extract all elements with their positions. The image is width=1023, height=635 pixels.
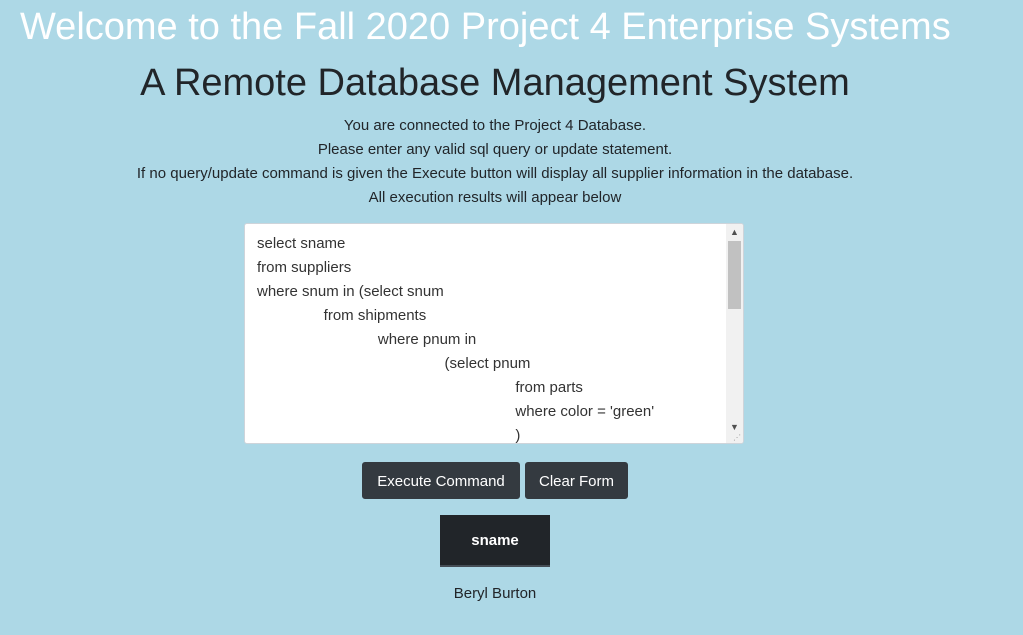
clear-form-button[interactable]: Clear Form [525, 462, 628, 499]
column-header-sname: sname [440, 515, 550, 567]
results-table: sname Beryl Burton [440, 515, 550, 619]
table-cell: Beryl Burton [453, 584, 537, 602]
default-behavior-text: If no query/update command is given the … [136, 165, 854, 182]
sql-query-text: select sname from suppliers where snum i… [257, 235, 655, 444]
connection-status-text: You are connected to the Project 4 Datab… [343, 117, 647, 134]
sql-query-textarea[interactable]: select sname from suppliers where snum i… [244, 223, 744, 444]
scrollbar-thumb[interactable] [728, 241, 741, 309]
instruction-text: Please enter any valid sql query or upda… [317, 141, 673, 158]
table-header-row: sname [440, 515, 550, 567]
page-title: A Remote Database Management System [140, 62, 850, 104]
info-text: You are connected to the Project 4 Datab… [0, 114, 990, 210]
editor-scrollbar[interactable]: ▲ ▼ [726, 224, 743, 443]
table-row: Beryl Burton [440, 566, 550, 619]
results-note-text: All execution results will appear below [368, 189, 622, 206]
scroll-up-arrow-icon[interactable]: ▲ [726, 224, 743, 240]
resize-grip-icon[interactable]: ⋰ [733, 434, 741, 442]
welcome-heading: Welcome to the Fall 2020 Project 4 Enter… [20, 6, 951, 48]
execute-command-button[interactable]: Execute Command [362, 462, 520, 499]
